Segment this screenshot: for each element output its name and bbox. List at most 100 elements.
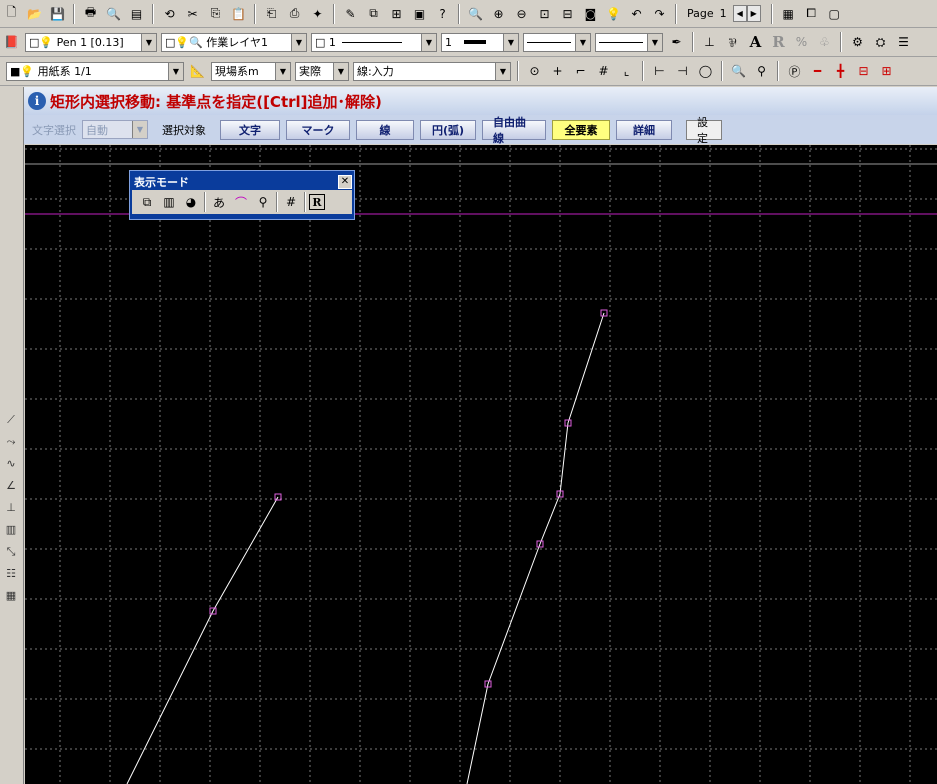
zoom-window-icon[interactable]: 🔍 [465, 3, 486, 24]
page-arrows[interactable]: ◀ ▶ [732, 5, 761, 22]
pencil-icon[interactable]: ✎ [340, 3, 361, 24]
zoom-view-icon[interactable]: ◙ [580, 3, 601, 24]
draw-polyline-icon[interactable]: ⤳ [1, 431, 21, 452]
window-icon[interactable]: ▢ [824, 3, 845, 24]
text-ruby-icon[interactable]: R [768, 32, 789, 53]
percent-icon[interactable]: % [791, 32, 812, 53]
palette-header[interactable]: 表示モード ✕ [132, 173, 352, 190]
table-icon[interactable]: ▦ [778, 3, 799, 24]
help-icon[interactable]: ? [432, 3, 453, 24]
linetype-combo[interactable]: ▼ [523, 32, 591, 52]
zoom-in-icon[interactable]: ⊕ [488, 3, 509, 24]
coord-system-combo[interactable]: 現場系m ▼ [211, 61, 291, 81]
sheet-combo[interactable]: ■💡 用紙系 1/1 ▼ [6, 61, 184, 81]
snap-filter-icon[interactable]: ⚲ [751, 61, 772, 82]
bulb-icon[interactable]: 💡 [603, 3, 624, 24]
layout-icon[interactable]: ⧠ [801, 3, 822, 24]
select-all-button[interactable]: 全要素 [552, 119, 610, 140]
chevron-down-icon[interactable]: ▼ [421, 33, 436, 51]
chevron-down-icon[interactable]: ▼ [291, 33, 306, 51]
paste-special-icon[interactable]: ⎗ [261, 3, 282, 24]
snap-circle-icon[interactable]: ◯ [695, 61, 716, 82]
print-icon[interactable]: 🖶 [80, 3, 101, 24]
zoom-out-icon[interactable]: ⊖ [511, 3, 532, 24]
select-mark-button[interactable]: マーク [286, 119, 350, 140]
drawing-svg[interactable] [25, 145, 937, 784]
close-icon[interactable]: ✕ [338, 174, 352, 189]
color-combo[interactable]: □ 1 ▼ [311, 32, 437, 52]
drawing-canvas[interactable] [25, 145, 937, 784]
clipboard-icon[interactable]: ⎙ [284, 3, 305, 24]
book-icon[interactable]: 📕 [1, 32, 22, 53]
box-red-icon[interactable]: ⊟ [853, 61, 874, 82]
grid-display-icon[interactable]: # [281, 192, 301, 212]
group-icon[interactable]: ⚙ [847, 32, 868, 53]
layer-combo[interactable]: □💡🔍 作業レイヤ1 ▼ [161, 32, 307, 52]
next-page-icon[interactable]: ▶ [746, 5, 761, 22]
new-file-icon[interactable]: 🗋 [1, 3, 22, 24]
draw-angle-icon[interactable]: ∠ [1, 475, 21, 496]
scale-combo[interactable]: 実際 ▼ [295, 61, 349, 81]
chevron-down-icon[interactable]: ▼ [141, 33, 156, 51]
zoom-fit-icon[interactable]: ⊡ [534, 3, 555, 24]
colorbar-icon[interactable]: ▥ [159, 192, 179, 212]
snap-grid-icon[interactable]: # [593, 61, 614, 82]
undo-icon[interactable]: ↶ [626, 3, 647, 24]
layer-icon[interactable]: ⧉ [363, 3, 384, 24]
symbol-icon[interactable]: ♧ [814, 32, 835, 53]
chevron-down-icon[interactable]: ▼ [575, 33, 590, 51]
print-preview-icon[interactable]: 🔍 [103, 3, 124, 24]
draw-line-icon[interactable]: ⟋ [1, 409, 21, 430]
chevron-down-icon[interactable]: ▼ [503, 33, 518, 51]
text-style-icon[interactable]: A [745, 32, 766, 53]
draw-grid-icon[interactable]: ▦ [1, 585, 21, 606]
line-red-icon[interactable]: ━ [807, 61, 828, 82]
chevron-down-icon[interactable]: ▼ [132, 121, 147, 138]
paste-icon[interactable]: 📋 [228, 3, 249, 24]
ruby-display-icon[interactable]: R [309, 194, 325, 210]
detail-button[interactable]: 詳細 [616, 119, 672, 140]
draw-list-icon[interactable]: ☷ [1, 563, 21, 584]
coordinate-icon[interactable]: 📐 [187, 61, 208, 82]
snap-cross-icon[interactable]: + [547, 61, 568, 82]
zoom-area-icon[interactable]: ⊟ [557, 3, 578, 24]
select-curve-button[interactable]: 自由曲線 [482, 116, 546, 145]
prev-page-icon[interactable]: ◀ [732, 5, 747, 22]
width-combo[interactable]: 1 ▼ [441, 32, 519, 52]
open-folder-icon[interactable]: 📂 [24, 3, 45, 24]
chevron-down-icon[interactable]: ▼ [333, 62, 348, 80]
text-display-icon[interactable]: あ [209, 192, 229, 212]
snap-point-icon[interactable]: ⊙ [524, 61, 545, 82]
chevron-down-icon[interactable]: ▼ [168, 62, 183, 80]
snap-endpoint-icon[interactable]: ⌞ [616, 61, 637, 82]
draw-curve-icon[interactable]: ∿ [1, 453, 21, 474]
network-icon[interactable]: ⊞ [386, 3, 407, 24]
snap-search-icon[interactable]: 🔍 [728, 61, 749, 82]
dimension-icon[interactable]: ⊥ [699, 32, 720, 53]
wand-icon[interactable]: ✦ [307, 3, 328, 24]
save-icon[interactable]: 💾 [47, 3, 68, 24]
copy-icon[interactable]: ⎘ [205, 3, 226, 24]
draw-dim-icon[interactable]: ⊥ [1, 497, 21, 518]
snap-perp-icon[interactable]: ⊢ [649, 61, 670, 82]
properties-icon[interactable]: ▤ [126, 3, 147, 24]
cut-icon[interactable]: ✂ [182, 3, 203, 24]
frame-icon[interactable]: ▣ [409, 3, 430, 24]
auto-combo[interactable]: 自動 ▼ [82, 120, 148, 139]
select-circle-button[interactable]: 円(弧) [420, 119, 476, 140]
undo-disabled-icon[interactable]: ⟲ [159, 3, 180, 24]
input-mode-combo[interactable]: 線:入力 ▼ [353, 61, 511, 81]
select-text-button[interactable]: 文字 [220, 119, 280, 140]
mark-display-icon[interactable]: ⚲ [253, 192, 273, 212]
chevron-down-icon[interactable]: ▼ [647, 33, 662, 51]
draw-area-icon[interactable]: ▥ [1, 519, 21, 540]
dimension-text-icon[interactable]: ⅌ [722, 32, 743, 53]
snap-mid-icon[interactable]: ⊣ [672, 61, 693, 82]
eyedropper-icon[interactable]: ✒ [666, 32, 687, 53]
group-edit-icon[interactable]: ⛭ [870, 32, 891, 53]
group-list-icon[interactable]: ☰ [893, 32, 914, 53]
pen-setting-icon[interactable]: Ⓟ [784, 61, 805, 82]
pen-combo[interactable]: □💡 Pen 1 [0.13] ▼ [25, 32, 157, 52]
snap-line-icon[interactable]: ⌐ [570, 61, 591, 82]
chevron-down-icon[interactable]: ▼ [495, 62, 510, 80]
